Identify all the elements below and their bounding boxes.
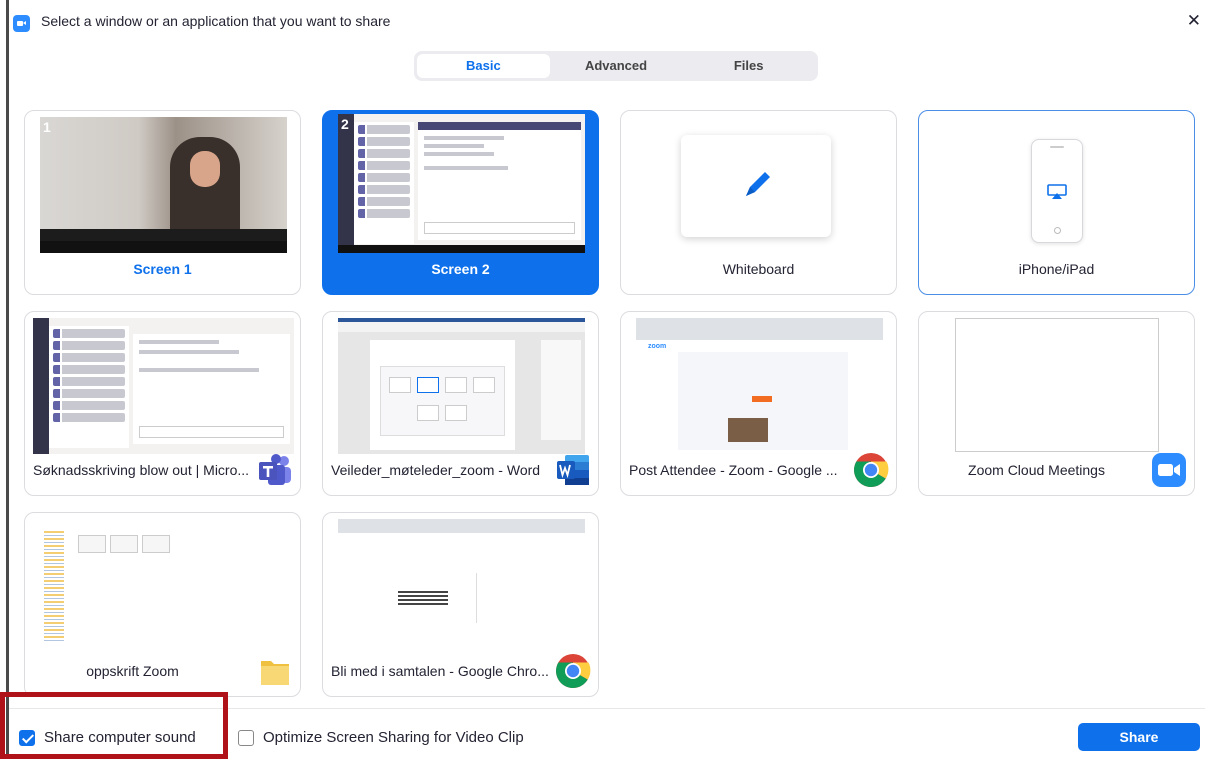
- word-window-thumbnail: [338, 318, 585, 454]
- optimize-video-checkbox[interactable]: [238, 729, 254, 746]
- tile-screen-1[interactable]: 1 Screen 1: [24, 110, 301, 295]
- tab-basic[interactable]: Basic: [417, 54, 550, 78]
- optimize-video-label: Optimize Screen Sharing for Video Clip: [263, 729, 524, 746]
- tile-iphone-ipad[interactable]: iPhone/iPad: [918, 110, 1195, 295]
- tile-chrome-post-attendee[interactable]: zoom Post Attendee - Zoom - Google ...: [620, 311, 897, 496]
- zoom-app-icon: [13, 15, 30, 32]
- tab-files[interactable]: Files: [682, 54, 815, 78]
- tile-label: iPhone/iPad: [1018, 261, 1095, 277]
- zoom-brand-text: zoom: [648, 343, 667, 350]
- tile-whiteboard[interactable]: Whiteboard: [620, 110, 897, 295]
- dialog-title: Select a window or an application that y…: [41, 13, 391, 29]
- chrome-icon: [854, 453, 889, 487]
- tile-teams-window[interactable]: Søknadsskriving blow out | Micro...: [24, 311, 301, 496]
- tile-zoom-cloud-meetings[interactable]: Zoom Cloud Meetings: [918, 311, 1195, 496]
- tab-advanced[interactable]: Advanced: [550, 54, 683, 78]
- iphone-thumbnail: [934, 117, 1181, 253]
- share-button[interactable]: Share: [1078, 723, 1200, 751]
- airplay-icon: [1047, 184, 1067, 199]
- tile-oppskrift-folder[interactable]: oppskrift Zoom: [24, 512, 301, 697]
- share-grid: 1 Screen 1 2 Screen 2 Whiteboard iPhone/…: [24, 110, 1196, 700]
- folder-window-thumbnail: [40, 519, 287, 655]
- window-edge: [0, 0, 9, 759]
- tab-bar: Basic Advanced Files: [414, 51, 818, 81]
- screen-1-thumbnail: 1: [40, 117, 287, 253]
- teams-window-thumbnail: [33, 318, 294, 454]
- chrome-bli-med-thumbnail: [338, 519, 585, 655]
- zoom-cloud-thumbnail: [955, 318, 1159, 452]
- tile-label: Post Attendee - Zoom - Google ...: [629, 462, 838, 478]
- screen-number: 2: [341, 116, 349, 132]
- tile-label: Søknadsskriving blow out | Micro...: [33, 462, 250, 478]
- tile-label: oppskrift Zoom: [86, 663, 179, 679]
- pencil-icon: [746, 172, 770, 196]
- highlight-annotation: [0, 692, 228, 759]
- tile-label: Screen 1: [133, 261, 192, 277]
- screen-2-thumbnail: 2: [338, 114, 585, 253]
- tile-label: Whiteboard: [722, 261, 795, 277]
- tile-label: Screen 2: [431, 261, 490, 277]
- tile-screen-2[interactable]: 2 Screen 2: [322, 110, 599, 295]
- screen-number: 1: [43, 119, 51, 135]
- folder-icon: [261, 661, 289, 685]
- word-icon: [557, 455, 589, 485]
- chrome-post-attendee-thumbnail: zoom: [636, 318, 883, 454]
- share-dialog: Select a window or an application that y…: [9, 0, 1205, 759]
- chrome-icon: [556, 654, 591, 688]
- tile-label: Zoom Cloud Meetings: [968, 462, 1105, 478]
- optimize-video-option[interactable]: Optimize Screen Sharing for Video Clip: [238, 729, 524, 746]
- tile-label: Bli med i samtalen - Google Chro...: [331, 663, 549, 679]
- zoom-icon: [1152, 453, 1186, 487]
- tile-label: Veileder_møteleder_zoom - Word: [331, 462, 541, 478]
- tile-word-window[interactable]: Veileder_møteleder_zoom - Word: [322, 311, 599, 496]
- close-icon[interactable]: ✕: [1187, 11, 1201, 31]
- title-bar: Select a window or an application that y…: [9, 8, 1205, 38]
- teams-icon: [259, 454, 291, 485]
- whiteboard-thumbnail: [636, 117, 883, 253]
- tile-chrome-bli-med[interactable]: Bli med i samtalen - Google Chro...: [322, 512, 599, 697]
